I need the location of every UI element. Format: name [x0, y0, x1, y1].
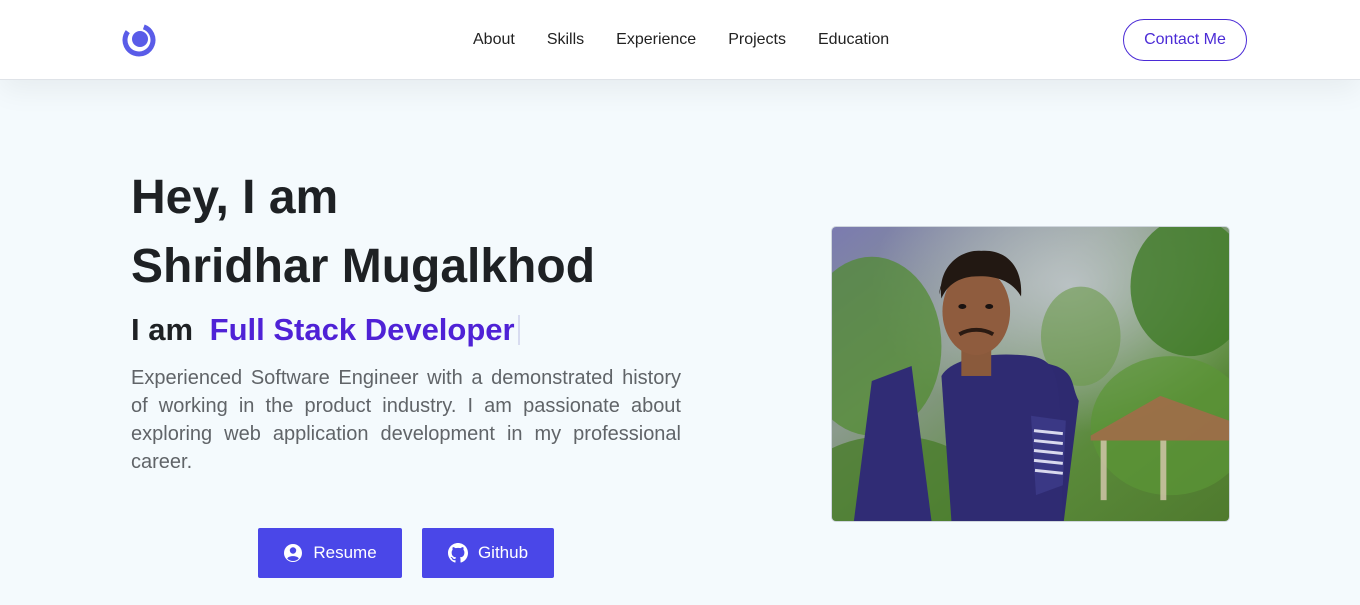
nav-link-projects[interactable]: Projects — [728, 30, 786, 50]
tagline-prefix: I am — [131, 312, 194, 347]
hero-intro: Experienced Software Engineer with a dem… — [131, 367, 681, 473]
profile-photo — [831, 226, 1230, 522]
contact-me-button[interactable]: Contact Me — [1123, 19, 1247, 61]
nav-link-about[interactable]: About — [473, 30, 515, 50]
github-button-label: Github — [477, 543, 529, 562]
resume-button[interactable]: Resume — [258, 528, 402, 578]
typing-caret — [517, 315, 520, 345]
nav-link-experience[interactable]: Experience — [616, 30, 696, 50]
hero-greeting: Hey, I am — [131, 171, 339, 224]
ring-logo-icon[interactable] — [121, 22, 157, 58]
hero-tagline: I am Full Stack Developer — [131, 311, 520, 349]
github-button[interactable]: Github — [422, 528, 554, 578]
nav-links: About Skills Experience Projects Educati… — [473, 30, 921, 50]
nav-link-education[interactable]: Education — [818, 30, 889, 50]
resume-button-label: Resume — [313, 543, 377, 562]
user-circle-icon — [284, 544, 303, 562]
navbar: About Skills Experience Projects Educati… — [0, 0, 1360, 80]
github-icon — [447, 543, 468, 563]
hero-title: Hey, I am Shridhar Mugalkhod — [131, 163, 595, 301]
nav-link-skills[interactable]: Skills — [547, 30, 584, 50]
tagline-role: Full Stack Developer — [209, 312, 515, 347]
hero-name: Shridhar Mugalkhod — [131, 240, 596, 293]
